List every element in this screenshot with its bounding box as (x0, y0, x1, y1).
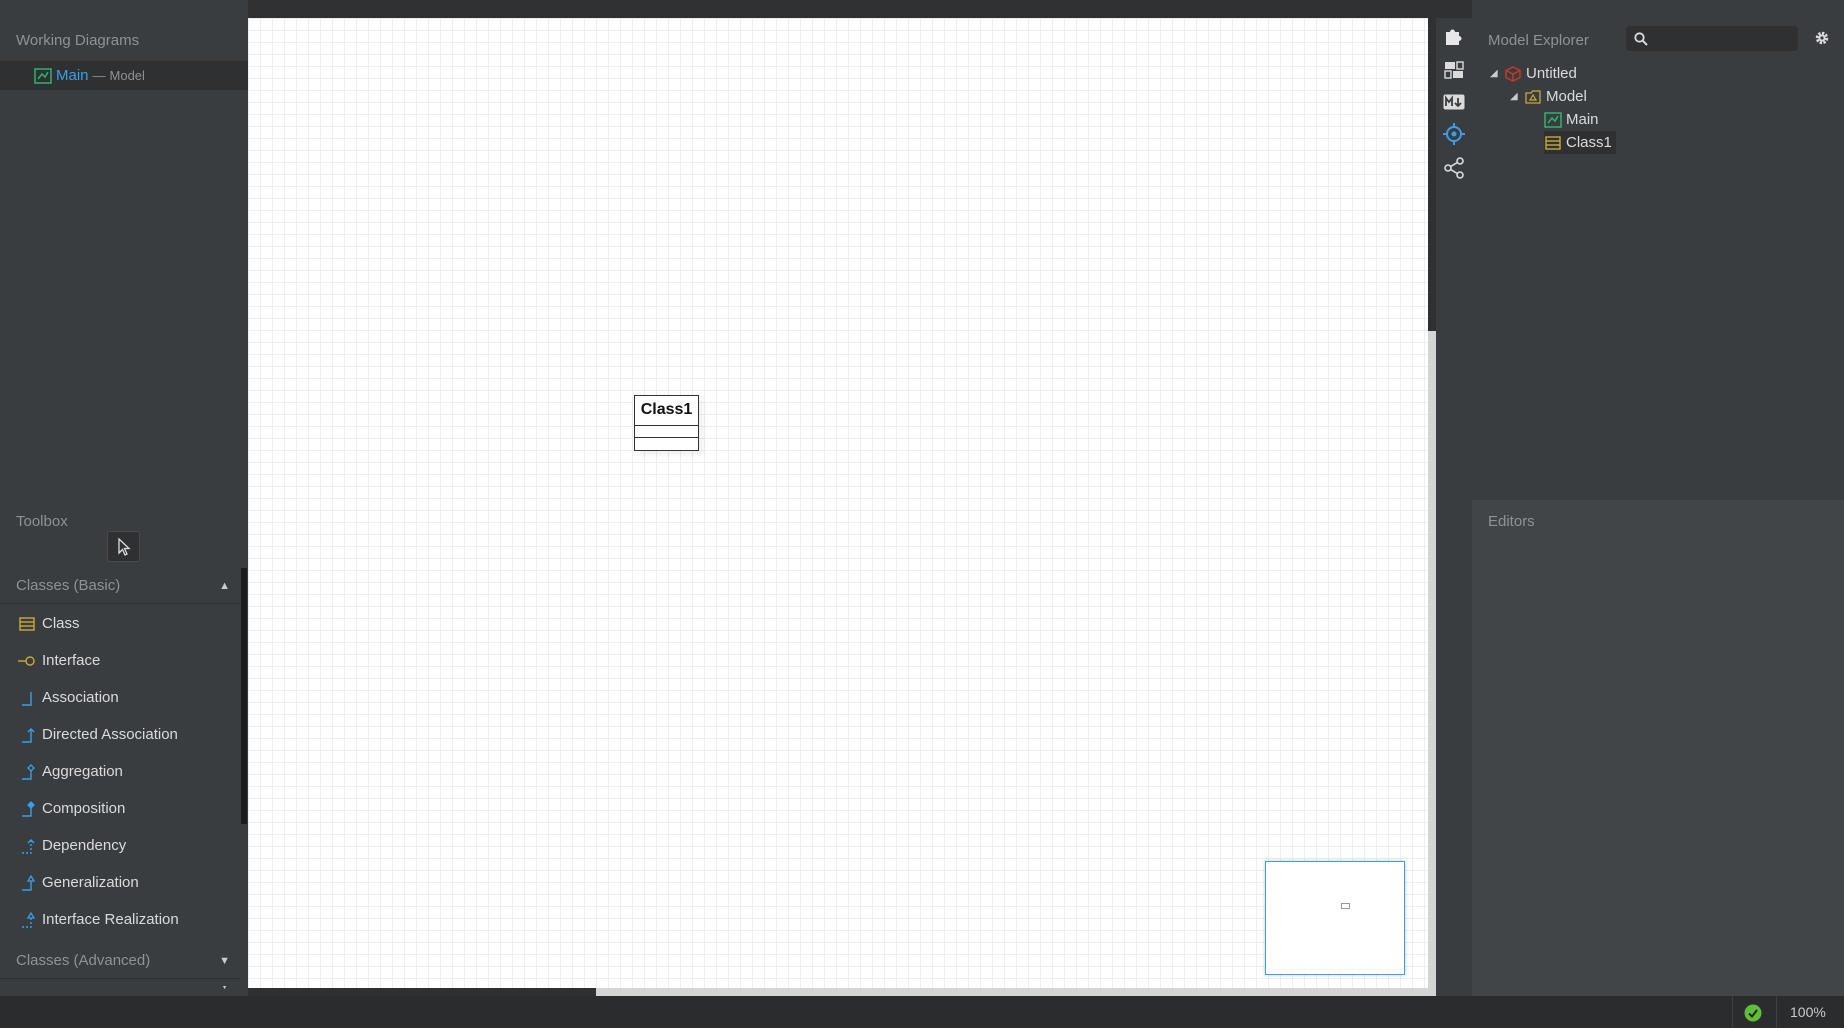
toolbox-item-label: Interface (42, 652, 101, 669)
toolbox-panel: Toolbox Classes (Basic) ▲ Class Interfac… (0, 500, 248, 996)
minimap[interactable] (1265, 861, 1405, 975)
settings-button[interactable] (1812, 28, 1832, 48)
tree-node-class1[interactable]: Class1 (1544, 131, 1616, 154)
horizontal-scrollbar-thumb[interactable] (248, 988, 596, 996)
toolbox-item-association[interactable]: Association (0, 679, 240, 716)
toolbox-item-interface-realization[interactable]: Interface Realization (0, 901, 240, 938)
markdown-icon (1443, 94, 1465, 110)
check-circle-icon[interactable] (1744, 1004, 1762, 1022)
diagram-icon (1544, 111, 1562, 129)
toolbox-item-label: Aggregation (42, 763, 123, 780)
model-icon (1524, 88, 1542, 106)
layout-icon (1444, 61, 1464, 79)
toolbox-item-directed-association[interactable]: Directed Association (0, 716, 240, 753)
tree-node-model[interactable]: ◢ Model (1510, 85, 1587, 108)
right-sidebar: Model Explorer ◢ Untitled ◢ Model Main C… (1472, 0, 1844, 996)
model-explorer-title: Model Explorer (1488, 32, 1589, 49)
horizontal-scrollbar[interactable] (248, 988, 1428, 996)
left-sidebar: Working Diagrams Main — Model Toolbox Cl… (0, 0, 248, 996)
search-icon (1634, 31, 1648, 46)
tree-node-untitled[interactable]: ◢ Untitled (1490, 62, 1577, 85)
vertical-scrollbar[interactable] (1428, 18, 1436, 996)
working-diagram-item-main[interactable]: Main — Model (0, 61, 248, 90)
working-diagram-name: Main (56, 67, 89, 84)
editors-panel: Editors (1472, 500, 1844, 996)
composition-icon (18, 800, 36, 818)
toolbox-item-label: Generalization (42, 874, 139, 891)
right-toolbar (1436, 18, 1472, 996)
tree-node-label: Class1 (1566, 134, 1612, 151)
vertical-scrollbar-thumb[interactable] (1428, 18, 1436, 331)
working-diagrams-title: Working Diagrams (16, 32, 140, 49)
toolbox-item-dependency[interactable]: Dependency (0, 827, 240, 864)
generalization-icon (18, 874, 36, 892)
layout-button[interactable] (1442, 58, 1466, 82)
tree-toggle-icon[interactable]: ◢ (1510, 91, 1524, 102)
select-tool-button[interactable] (107, 531, 140, 562)
toolbox-section-classes-basic[interactable]: Classes (Basic) ▲ (0, 568, 240, 604)
attribute-compartment[interactable] (635, 426, 698, 438)
share-icon (1444, 157, 1464, 179)
project-icon (1504, 65, 1522, 83)
tree-node-label: Main (1566, 111, 1599, 128)
status-bar: 100% (0, 996, 1844, 1028)
section-label: Classes (Basic) (16, 577, 121, 594)
association-icon (18, 689, 36, 707)
cursor-icon (117, 537, 131, 556)
status-divider (1732, 996, 1733, 1028)
toolbox-title: Toolbox (16, 513, 68, 530)
zoom-level[interactable]: 100% (1790, 1004, 1826, 1020)
expand-arrow-icon: ▼ (219, 986, 230, 992)
class-name: Class1 (635, 396, 698, 426)
working-diagram-separator: — (92, 68, 106, 83)
aggregation-icon (18, 763, 36, 781)
toolbox-item-composition[interactable]: Composition (0, 790, 240, 827)
dependency-icon (18, 837, 36, 855)
toolbox-item-label: Class (42, 615, 80, 632)
markdown-button[interactable] (1442, 90, 1466, 114)
share-button[interactable] (1442, 156, 1466, 180)
directed-association-icon (18, 726, 36, 744)
toolbox-item-label: Association (42, 689, 119, 706)
editors-title: Editors (1488, 513, 1535, 530)
interface-icon (18, 652, 36, 670)
collapse-arrow-icon: ▲ (219, 579, 230, 592)
toolbox-section-classes-advanced[interactable]: Classes (Advanced) ▼ (0, 943, 240, 979)
section-label: Classes (Advanced) (16, 952, 151, 969)
tree-node-main[interactable]: Main (1544, 108, 1599, 131)
working-diagram-owner: Model (109, 68, 145, 83)
class-icon (1544, 134, 1562, 152)
toolbox-scrollbar[interactable] (241, 568, 247, 824)
tree-node-label: Model (1546, 88, 1587, 105)
operation-compartment[interactable] (635, 438, 698, 448)
navigator-button[interactable] (1442, 122, 1466, 146)
toolbox-item-label: Directed Association (42, 726, 178, 743)
diagram-canvas[interactable]: Class1 (248, 18, 1428, 996)
toolbox-item-class[interactable]: Class (0, 605, 240, 642)
toolbox-section-next[interactable]: ▼ (0, 986, 240, 996)
toolbox-item-label: Interface Realization (42, 911, 179, 928)
class-shape[interactable]: Class1 (634, 395, 699, 451)
interface-realization-icon (18, 911, 36, 929)
gear-icon (1815, 31, 1829, 45)
puzzle-icon (1446, 29, 1462, 45)
crosshair-icon (1443, 123, 1465, 145)
toolbox-item-aggregation[interactable]: Aggregation (0, 753, 240, 790)
toolbox-item-label: Composition (42, 800, 126, 817)
toolbox-item-interface[interactable]: Interface (0, 642, 240, 679)
search-input[interactable] (1654, 31, 1794, 46)
status-divider (1776, 996, 1777, 1028)
extensions-button[interactable] (1442, 24, 1466, 48)
tree-node-label: Untitled (1526, 65, 1577, 82)
working-diagrams-panel: Working Diagrams Main — Model (0, 0, 248, 500)
class-icon (18, 615, 36, 633)
toolbox-item-label: Dependency (42, 837, 127, 854)
tree-toggle-icon[interactable]: ◢ (1490, 68, 1504, 79)
model-explorer-search[interactable] (1626, 26, 1798, 51)
toolbox-item-generalization[interactable]: Generalization (0, 864, 240, 901)
expand-arrow-icon: ▼ (219, 954, 230, 967)
diagram-icon (34, 67, 52, 84)
minimap-class-marker (1341, 903, 1350, 909)
